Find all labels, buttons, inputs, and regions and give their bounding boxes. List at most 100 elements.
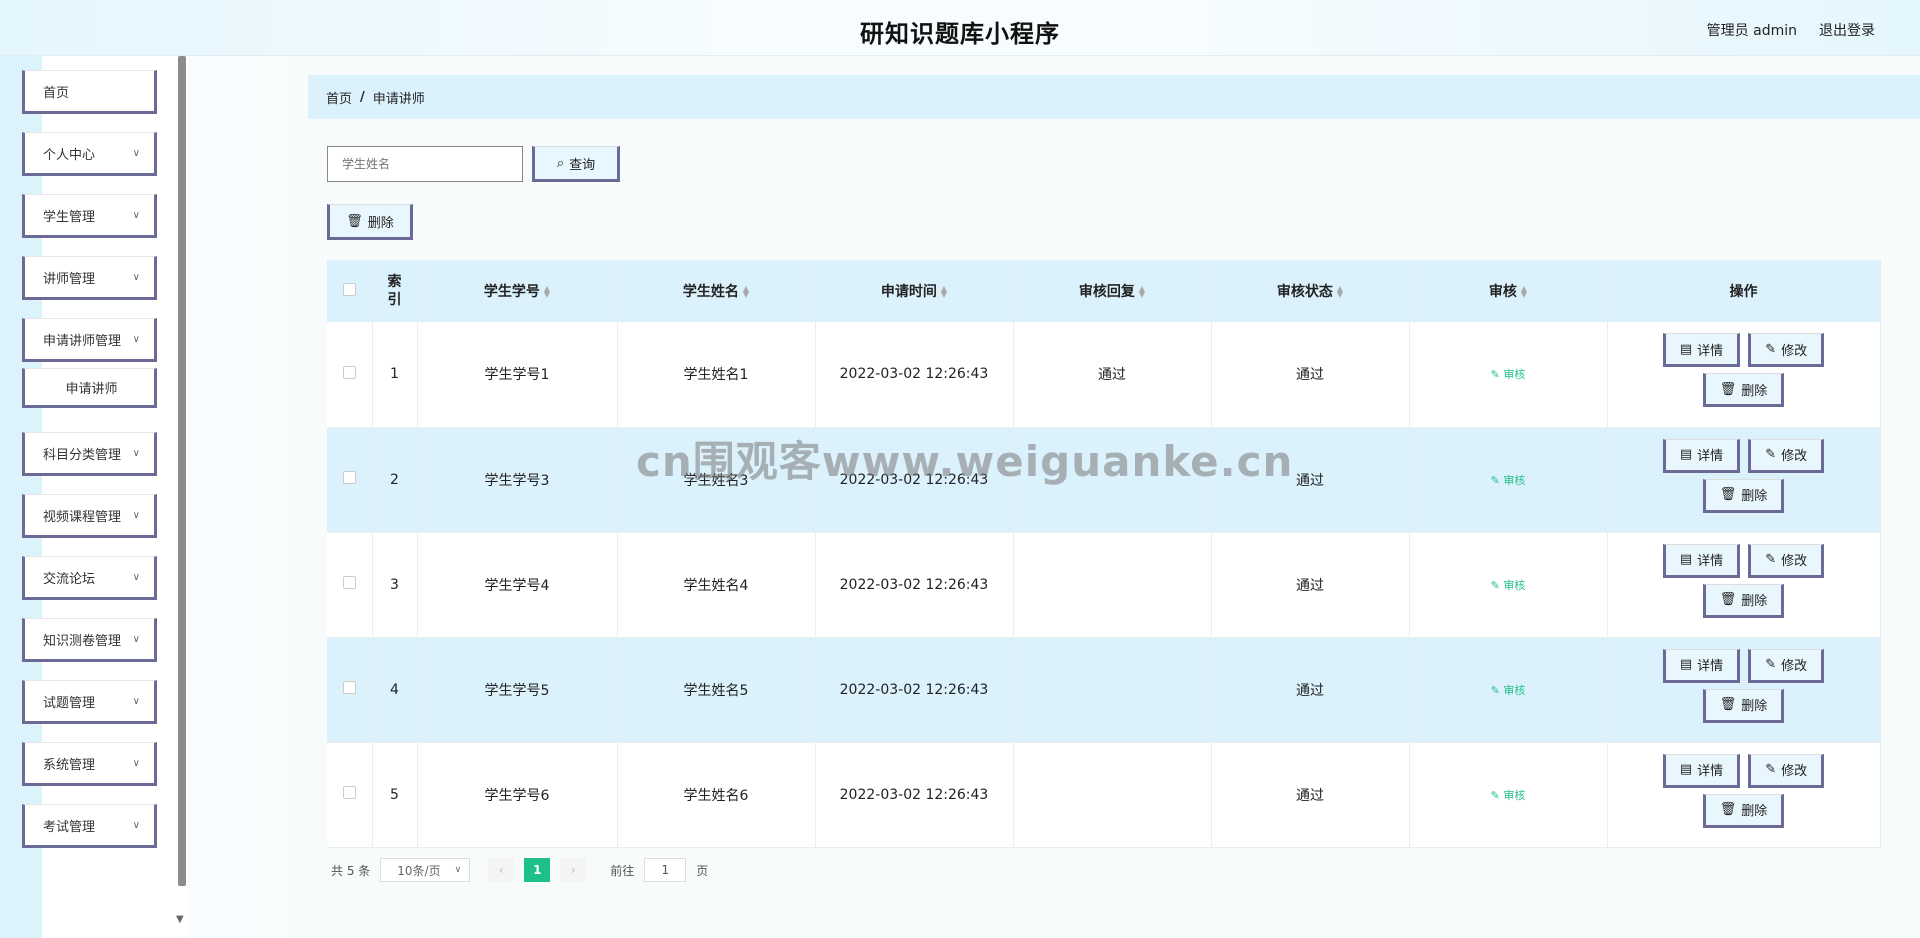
select-all-checkbox[interactable] — [342, 282, 356, 296]
delete-label: 删除 — [1741, 699, 1768, 714]
sidebar-item[interactable]: 学生管理 ∨ — [22, 194, 157, 238]
search-icon: ⌕ — [556, 155, 565, 171]
column-header-status[interactable]: 审核状态 ▲ ▼ — [1211, 260, 1410, 322]
cell-index: 1 — [372, 322, 418, 428]
cell-index: 4 — [372, 637, 418, 743]
next-page-button[interactable]: › — [560, 858, 587, 882]
audit-link[interactable]: ✎ 审核 — [1491, 789, 1526, 802]
sidebar-item[interactable]: 视频课程管理 ∨ — [22, 494, 157, 538]
column-header-audit[interactable]: 审核 ▲ ▼ — [1409, 260, 1608, 322]
audit-link[interactable]: ✎ 审核 — [1491, 684, 1526, 697]
row-checkbox[interactable] — [342, 365, 356, 379]
sort-icon[interactable]: ▲ ▼ — [544, 285, 550, 299]
chevron-down-icon: ∨ — [132, 209, 140, 221]
trash-icon: 🗑︎ — [1719, 592, 1737, 607]
column-header-reply[interactable]: 审核回复 ▲ ▼ — [1013, 260, 1212, 322]
delete-button[interactable]: 🗑︎ 删除 — [1702, 478, 1785, 513]
trash-icon: 🗑︎ — [1719, 802, 1737, 817]
breadcrumb-home[interactable]: 首页 — [326, 88, 352, 107]
logout-link[interactable]: 退出登录 — [1819, 20, 1875, 40]
edit-button[interactable]: ✎ 修改 — [1748, 333, 1825, 368]
breadcrumb-separator: / — [360, 89, 365, 105]
detail-button[interactable]: ▤ 详情 — [1662, 543, 1741, 578]
column-header-apply-time[interactable]: 申请时间 ▲ ▼ — [815, 260, 1014, 322]
sidebar-item[interactable]: 试题管理 ∨ — [22, 680, 157, 724]
sidebar-item[interactable]: 讲师管理 ∨ — [22, 256, 157, 300]
chevron-down-icon: ∨ — [132, 633, 140, 645]
sort-icon[interactable]: ▲ ▼ — [743, 285, 749, 299]
sidebar-item[interactable]: 科目分类管理 ∨ — [22, 432, 157, 476]
sort-icon[interactable]: ▲ ▼ — [1139, 285, 1145, 299]
header-index-label: 索引 — [387, 274, 402, 308]
sidebar-item[interactable]: 个人中心 ∨ — [22, 132, 157, 176]
row-checkbox[interactable] — [342, 786, 356, 799]
sort-icon[interactable]: ▲ ▼ — [1337, 285, 1343, 299]
total-count: 共 5 条 — [331, 863, 371, 878]
edit-button[interactable]: ✎ 修改 — [1748, 543, 1825, 578]
audit-link[interactable]: ✎ 审核 — [1491, 474, 1526, 487]
detail-label: 详情 — [1697, 659, 1724, 674]
sidebar-item[interactable]: 申请讲师 — [22, 368, 157, 408]
delete-button[interactable]: 🗑︎ 删除 — [1702, 373, 1785, 408]
detail-button[interactable]: ▤ 详情 — [1662, 753, 1741, 788]
edit-pen-icon: ✎ — [1490, 473, 1500, 487]
cell-apply-time: 2022-03-02 12:26:43 — [815, 532, 1014, 638]
audit-label: 审核 — [1503, 683, 1526, 697]
detail-button[interactable]: ▤ 详情 — [1662, 333, 1741, 368]
sidebar-item[interactable]: 交流论坛 ∨ — [22, 556, 157, 600]
cell-apply-time: 2022-03-02 12:26:43 — [815, 322, 1014, 428]
cell-status: 通过 — [1211, 532, 1410, 638]
scroll-down-arrow-icon[interactable]: ▼ — [176, 914, 184, 925]
batch-delete-button[interactable]: 🗑︎ 删除 — [327, 204, 413, 240]
sidebar-scrollbar[interactable] — [178, 56, 186, 886]
column-header-student-no[interactable]: 学生学号 ▲ ▼ — [417, 260, 618, 322]
cell-reply — [1013, 637, 1212, 743]
audit-label: 审核 — [1503, 578, 1526, 592]
row-select-cell — [327, 532, 373, 638]
search-input[interactable] — [327, 146, 523, 182]
detail-button[interactable]: ▤ 详情 — [1662, 438, 1741, 473]
page-number-current[interactable]: 1 — [524, 858, 551, 882]
cell-reply — [1013, 532, 1212, 638]
detail-button[interactable]: ▤ 详情 — [1662, 648, 1741, 683]
delete-button[interactable]: 🗑︎ 删除 — [1702, 583, 1785, 618]
sidebar-item[interactable]: 首页 — [22, 70, 157, 114]
cell-actions: ▤ 详情 ✎ 修改 🗑︎ 删除 — [1607, 742, 1881, 848]
edit-button[interactable]: ✎ 修改 — [1748, 438, 1825, 473]
goto-page-input[interactable]: 1 — [644, 858, 687, 882]
goto-suffix: 页 — [696, 863, 709, 878]
table-row: 1 学生学号1 学生姓名1 2022-03-02 12:26:43 通过 通过 ✎ 审核 ▤ 详… — [327, 322, 1881, 428]
cell-apply-time: 2022-03-02 12:26:43 — [815, 742, 1014, 848]
trash-icon: 🗑︎ — [1719, 487, 1737, 502]
action-row: ▤ 详情 ✎ 修改 — [1662, 543, 1825, 578]
audit-label: 审核 — [1503, 788, 1526, 802]
row-checkbox[interactable] — [342, 471, 356, 484]
breadcrumb: 首页 / 申请讲师 — [308, 75, 1920, 119]
sidebar-item[interactable]: 知识测卷管理 ∨ — [22, 618, 157, 662]
cell-student-name: 学生姓名1 — [617, 322, 816, 428]
row-checkbox[interactable] — [342, 681, 356, 694]
cell-index: 5 — [372, 742, 418, 848]
column-header-student-name[interactable]: 学生姓名 ▲ ▼ — [617, 260, 816, 322]
edit-button[interactable]: ✎ 修改 — [1748, 648, 1825, 683]
user-area: 管理员 admin 退出登录 — [1707, 20, 1875, 40]
delete-button[interactable]: 🗑︎ 删除 — [1702, 793, 1785, 828]
audit-link[interactable]: ✎ 审核 — [1491, 579, 1526, 592]
sidebar-item[interactable]: 考试管理 ∨ — [22, 804, 157, 848]
sidebar-item[interactable]: 申请讲师管理 ∨ — [22, 318, 157, 362]
header-label: 审核状态 — [1276, 284, 1333, 300]
sort-icon[interactable]: ▲ ▼ — [941, 285, 947, 299]
delete-button[interactable]: 🗑︎ 删除 — [1702, 688, 1785, 723]
prev-page-button[interactable]: ‹ — [488, 858, 515, 882]
edit-button[interactable]: ✎ 修改 — [1748, 753, 1825, 788]
sidebar-item-label: 申请讲师 — [65, 381, 118, 397]
sidebar-item[interactable]: 系统管理 ∨ — [22, 742, 157, 786]
audit-link[interactable]: ✎ 审核 — [1491, 368, 1526, 381]
query-button[interactable]: ⌕ 查询 — [532, 146, 620, 182]
row-checkbox[interactable] — [342, 576, 356, 589]
page-size-select[interactable]: 10条/页 ∨ — [380, 858, 471, 882]
sort-icon[interactable]: ▲ ▼ — [1521, 285, 1527, 299]
cell-audit: ✎ 审核 — [1409, 427, 1608, 533]
header-label: 申请时间 — [880, 284, 937, 300]
chevron-down-icon: ∨ — [132, 147, 140, 159]
